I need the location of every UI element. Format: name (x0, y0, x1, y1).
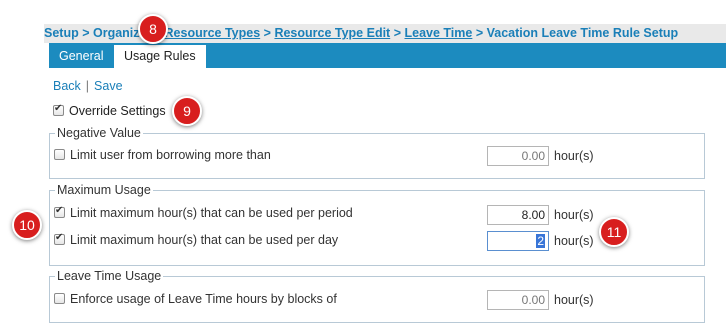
breadcrumb-resource-type-edit[interactable]: Resource Type Edit (274, 26, 390, 40)
breadcrumb-resource-types[interactable]: Resource Types (165, 26, 261, 40)
callout-badge: 11 (599, 217, 629, 247)
borrowing-unit: hour(s) (554, 149, 594, 163)
action-divider: | (85, 79, 90, 93)
maximum-usage-legend: Maximum Usage (57, 183, 151, 197)
per-period-unit: hour(s) (554, 208, 594, 222)
blocks-checkbox[interactable] (54, 293, 65, 304)
per-day-label: Limit maximum hour(s) that can be used p… (70, 233, 339, 247)
blocks-unit: hour(s) (554, 293, 594, 307)
breadcrumb-organization[interactable]: Organiz (93, 26, 140, 40)
leave-time-usage-legend: Leave Time Usage (57, 269, 162, 283)
action-links: Back | Save (53, 79, 123, 93)
per-period-hours-input[interactable]: 8.00 (487, 205, 549, 225)
per-day-row: Limit maximum hour(s) that can be used p… (54, 232, 339, 247)
tab-bar: General Usage Rules (49, 43, 726, 68)
tab-usage-rules[interactable]: Usage Rules (114, 45, 206, 68)
per-period-label: Limit maximum hour(s) that can be used p… (70, 206, 353, 220)
blocks-row: Enforce usage of Leave Time hours by blo… (54, 292, 337, 306)
callout-badge: 8 (138, 14, 168, 44)
callout-badge: 9 (172, 96, 202, 126)
breadcrumb-current: Vacation Leave Time Rule Setup (486, 26, 679, 40)
breadcrumb-separator: > (263, 26, 275, 40)
per-period-checkbox[interactable] (54, 205, 65, 218)
breadcrumb-setup[interactable]: Setup (44, 26, 79, 40)
callout-badge: 10 (12, 210, 42, 240)
blocks-label: Enforce usage of Leave Time hours by blo… (70, 292, 337, 306)
per-day-unit: hour(s) (554, 234, 594, 248)
negative-value-legend: Negative Value (57, 126, 141, 140)
blocks-hours-input[interactable]: 0.00 (487, 290, 549, 310)
breadcrumb-leave-time[interactable]: Leave Time (404, 26, 472, 40)
breadcrumb-separator: > (82, 26, 93, 40)
limit-borrowing-row: Limit user from borrowing more than (54, 148, 271, 162)
override-settings-checkbox[interactable] (53, 103, 64, 116)
limit-borrowing-label: Limit user from borrowing more than (70, 148, 271, 162)
borrowing-hours-input[interactable]: 0.00 (487, 146, 549, 166)
override-settings-label: Override Settings (69, 104, 166, 118)
limit-borrowing-checkbox[interactable] (54, 149, 65, 160)
tab-general[interactable]: General (49, 45, 113, 68)
back-link[interactable]: Back (53, 79, 81, 93)
override-settings: Override Settings (53, 103, 166, 118)
breadcrumb-separator: > (475, 26, 487, 40)
breadcrumb-separator: > (393, 26, 405, 40)
negative-value-group: Negative Value Limit user from borrowing… (49, 126, 705, 179)
per-day-hours-selection: 2 (536, 234, 545, 248)
per-day-checkbox[interactable] (54, 232, 65, 245)
per-day-hours-input[interactable]: 2 (487, 231, 549, 251)
save-link[interactable]: Save (94, 79, 123, 93)
leave-time-usage-group: Leave Time Usage Enforce usage of Leave … (49, 269, 705, 323)
per-period-row: Limit maximum hour(s) that can be used p… (54, 205, 353, 220)
